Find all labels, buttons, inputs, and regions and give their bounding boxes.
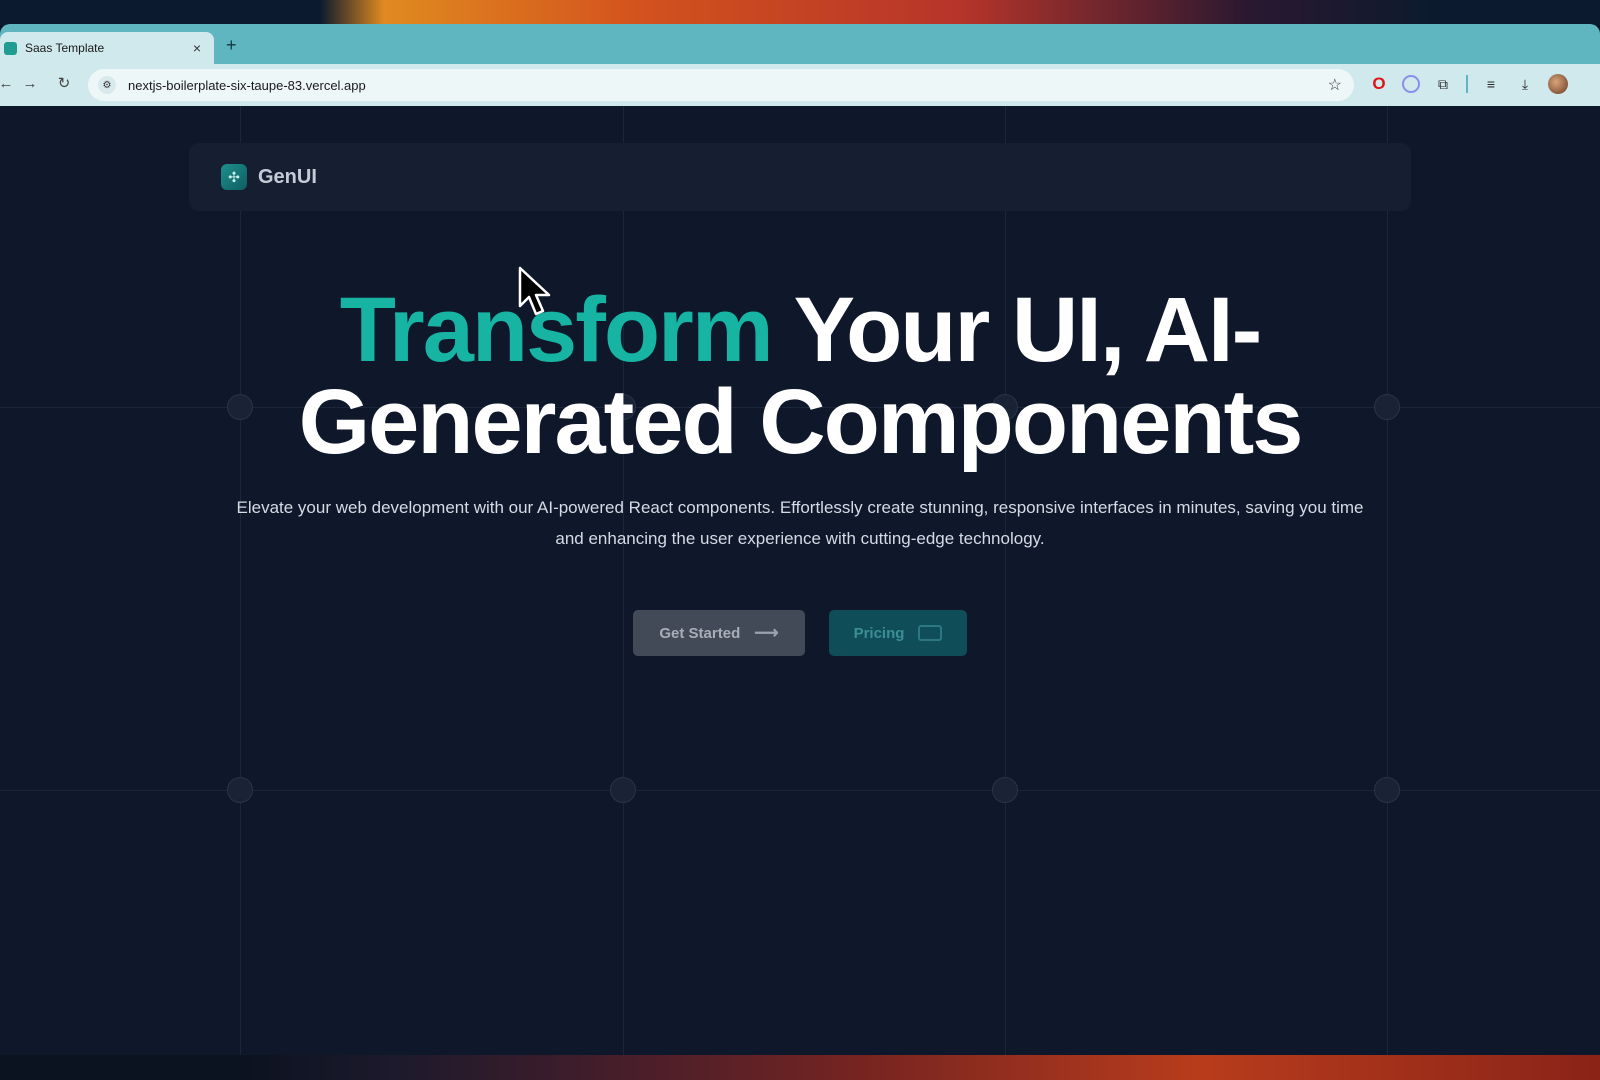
tab-favicon-icon <box>4 41 17 55</box>
get-started-button[interactable]: Get Started ⟶ <box>633 610 805 656</box>
genui-logo-icon[interactable]: ✣ <box>221 164 247 190</box>
browser-tab-strip: Saas Template × + <box>0 24 1600 64</box>
grid-node <box>1374 777 1400 803</box>
pricing-button[interactable]: Pricing <box>829 610 967 656</box>
hero-title: Transform Your UI, AI- Generated Compone… <box>0 284 1600 468</box>
arrow-right-icon: ⟶ <box>754 623 779 642</box>
browser-tab[interactable]: Saas Template × <box>0 32 214 64</box>
grid-node <box>610 777 636 803</box>
grid-line <box>1005 106 1006 1055</box>
hero-title-accent: Transform <box>339 279 774 381</box>
desktop-wallpaper-bottom <box>0 1055 1600 1080</box>
extensions-area: O ⧉ ≡ ⤓ <box>1368 73 1568 95</box>
hero-subtitle: Elevate your web development with our AI… <box>236 498 1364 548</box>
brand-name[interactable]: GenUI <box>258 166 317 189</box>
reload-icon[interactable]: ↻ <box>50 74 78 92</box>
address-bar[interactable]: ⚙ nextjs-boilerplate-six-taupe-83.vercel… <box>88 69 1354 101</box>
bookmark-star-icon[interactable]: ☆ <box>1328 75 1342 95</box>
desktop-wallpaper-top <box>0 0 1600 26</box>
hero-title-line1: Your UI, AI- <box>771 279 1263 381</box>
new-tab-button[interactable]: + <box>226 35 237 56</box>
site-navbar: ✣ GenUI <box>189 143 1411 211</box>
grid-line <box>1387 106 1388 1055</box>
tab-close-icon[interactable]: × <box>188 40 206 56</box>
site-info-icon[interactable]: ⚙ <box>98 76 116 94</box>
reading-list-icon[interactable]: ≡ <box>1480 73 1502 95</box>
download-icon[interactable]: ⤓ <box>1514 73 1536 95</box>
pricing-label: Pricing <box>853 624 905 642</box>
grid-line <box>623 106 624 1055</box>
profile-avatar[interactable] <box>1548 74 1568 94</box>
grid-line <box>240 106 241 1055</box>
mouse-cursor-icon <box>518 266 551 316</box>
extensions-puzzle-icon[interactable]: ⧉ <box>1432 73 1454 95</box>
opera-extension-icon[interactable]: O <box>1368 73 1390 95</box>
grid-node <box>992 777 1018 803</box>
hero-title-line2: Generated Components <box>298 371 1304 473</box>
toolbar-divider <box>1466 75 1468 93</box>
tab-title: Saas Template <box>25 41 105 55</box>
forward-icon[interactable]: → <box>16 75 44 92</box>
extension-ring-icon[interactable] <box>1402 75 1420 93</box>
browser-toolbar: ← → ↻ ⚙ nextjs-boilerplate-six-taupe-83.… <box>0 64 1600 106</box>
grid-node <box>227 777 253 803</box>
url-text[interactable]: nextjs-boilerplate-six-taupe-83.vercel.a… <box>128 78 1328 93</box>
get-started-label: Get Started <box>659 624 741 642</box>
pricing-card-icon <box>918 625 943 641</box>
web-page: ✣ GenUI Transform Your UI, AI- Generated… <box>0 106 1600 1055</box>
